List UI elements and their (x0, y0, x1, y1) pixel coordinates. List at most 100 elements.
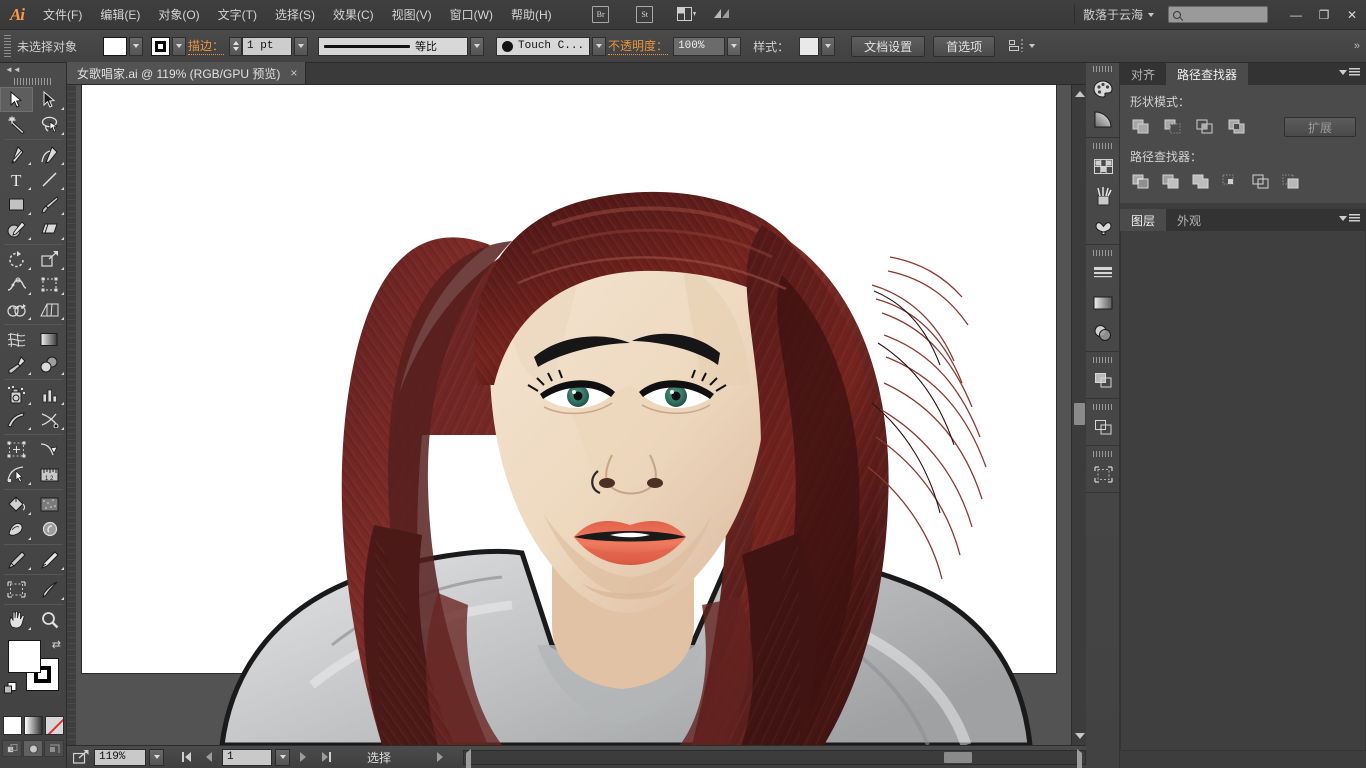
opacity-dropdown-icon[interactable] (727, 37, 741, 56)
hand-tool[interactable] (0, 607, 33, 632)
paint-bucket-tool[interactable] (0, 492, 33, 517)
collapse-panel-icon[interactable]: ◄◄ (0, 63, 66, 76)
gradient-panel-icon[interactable] (1086, 288, 1120, 318)
menu-edit[interactable]: 编辑(E) (91, 0, 149, 30)
shaper-tool[interactable] (0, 217, 33, 242)
exclude-icon[interactable] (1226, 116, 1248, 138)
hscroll-right-icon[interactable] (1077, 753, 1082, 768)
stroke-weight-label[interactable]: 描边： (188, 37, 224, 55)
texture-tool[interactable] (33, 492, 66, 517)
style-dropdown-icon[interactable] (821, 37, 835, 56)
menu-effect[interactable]: 效果(C) (324, 0, 383, 30)
free-transform-2-tool[interactable] (0, 437, 33, 462)
stroke-panel-icon[interactable] (1086, 258, 1120, 288)
document-setup-button[interactable]: 文档设置 (851, 36, 925, 57)
dock-group-grip[interactable] (1086, 247, 1119, 258)
paintbrush-tool[interactable] (33, 192, 66, 217)
pathfinder-dock-icon[interactable] (1086, 365, 1120, 395)
pencil-tool[interactable] (0, 547, 33, 572)
tab-pathfinder[interactable]: 路径查找器 (1166, 63, 1248, 85)
previous-page-icon[interactable] (199, 748, 219, 766)
status-text[interactable]: 选择 (367, 749, 391, 766)
intersect-icon[interactable] (1194, 116, 1216, 138)
shape-builder-tool[interactable] (0, 297, 33, 322)
selection-tool[interactable] (0, 87, 33, 112)
artboard-scroll-area[interactable] (76, 85, 1071, 745)
artboards-dock-icon[interactable] (1086, 459, 1120, 489)
magic-wand-tool[interactable] (0, 112, 33, 137)
knife-tool[interactable] (33, 577, 66, 602)
lasso-tool[interactable] (33, 112, 66, 137)
workspace-switcher[interactable]: 散落于云海 (1074, 5, 1162, 25)
magnify-loupe-tool[interactable] (33, 517, 66, 542)
curvature-tool[interactable] (33, 142, 66, 167)
menu-file[interactable]: 文件(F) (34, 0, 91, 30)
rotate-tool[interactable] (0, 247, 33, 272)
graphic-style-swatch[interactable] (799, 37, 819, 56)
fill-swatch[interactable] (103, 37, 127, 56)
free-transform-tool[interactable] (33, 272, 66, 297)
symbols-panel-icon[interactable] (1086, 211, 1120, 241)
menu-select[interactable]: 选择(S) (266, 0, 324, 30)
minimize-button[interactable]: — (1282, 4, 1310, 26)
scroll-up-icon[interactable] (1075, 91, 1085, 97)
rectangle-tool[interactable] (0, 192, 33, 217)
menu-help[interactable]: 帮助(H) (502, 0, 561, 30)
draw-inside-button[interactable] (44, 740, 64, 757)
dock-group-grip[interactable] (1086, 354, 1119, 365)
transparency-panel-icon[interactable] (1086, 318, 1120, 348)
menu-view[interactable]: 视图(V) (383, 0, 441, 30)
share-icon[interactable] (71, 748, 91, 766)
stroke-weight-input[interactable]: 1 pt (242, 37, 292, 56)
merge-icon[interactable] (1190, 171, 1212, 193)
tools-panel-grip[interactable] (0, 76, 66, 87)
stroke-profile-select[interactable]: 等比 (318, 37, 468, 56)
arrange-documents-icon[interactable] (675, 4, 699, 26)
color-guide-icon[interactable] (1086, 104, 1120, 134)
line-segment-tool[interactable] (33, 167, 66, 192)
type-tool[interactable]: T (0, 167, 33, 192)
restore-button[interactable]: ❐ (1310, 4, 1338, 26)
opacity-input[interactable]: 100% (673, 37, 725, 56)
menu-type[interactable]: 文字(T) (209, 0, 266, 30)
stroke-weight-dropdown-icon[interactable] (294, 37, 308, 56)
document-tab[interactable]: 女歌唱家.ai @ 119% (RGB/GPU 预览) × (67, 62, 306, 84)
panel-menu-icon[interactable] (1339, 68, 1360, 76)
panel-menu-icon[interactable] (1339, 214, 1360, 222)
zoom-tool[interactable] (33, 607, 66, 632)
draw-normal-button[interactable] (2, 740, 22, 757)
smooth-tool[interactable] (33, 547, 66, 572)
gradient-mode-button[interactable] (24, 716, 43, 735)
canvas-vertical-scrollbar[interactable] (1071, 85, 1086, 745)
brush-definition-select[interactable]: Touch C... (496, 37, 590, 56)
menu-window[interactable]: 窗口(W) (441, 0, 502, 30)
minus-back-icon[interactable] (1280, 171, 1302, 193)
minus-front-icon[interactable] (1162, 116, 1184, 138)
search-input[interactable] (1168, 6, 1268, 23)
divide-icon[interactable] (1130, 171, 1152, 193)
outline-icon[interactable] (1250, 171, 1272, 193)
swap-fill-stroke-icon[interactable]: ⇄ (52, 638, 61, 651)
tab-layers[interactable]: 图层 (1120, 209, 1166, 231)
width-tool[interactable] (0, 272, 33, 297)
artwork-vector-portrait[interactable] (82, 85, 1056, 745)
symbol-sprayer-tool[interactable] (0, 382, 33, 407)
dock-group-grip[interactable] (1086, 140, 1119, 151)
page-number-input[interactable]: 1 (222, 749, 272, 766)
opacity-label[interactable]: 不透明度： (608, 37, 668, 55)
align-objects-control[interactable] (1009, 39, 1035, 53)
unite-icon[interactable] (1130, 116, 1152, 138)
tab-align[interactable]: 对齐 (1120, 63, 1166, 85)
close-icon[interactable]: × (290, 67, 297, 79)
toolbar-fill-swatch[interactable] (8, 640, 41, 673)
artboard-tool[interactable] (0, 577, 33, 602)
swatches-panel-icon[interactable] (1086, 151, 1120, 181)
knife-a-tool[interactable] (0, 407, 33, 432)
canvas-horizontal-scrollbar[interactable] (463, 750, 1086, 765)
fill-color-control[interactable] (103, 37, 143, 56)
first-page-icon[interactable] (176, 748, 196, 766)
tab-appearance[interactable]: 外观 (1166, 209, 1212, 231)
brushes-panel-icon[interactable] (1086, 181, 1120, 211)
expand-button[interactable]: 扩展 (1284, 117, 1356, 137)
scissors-tool[interactable] (33, 407, 66, 432)
